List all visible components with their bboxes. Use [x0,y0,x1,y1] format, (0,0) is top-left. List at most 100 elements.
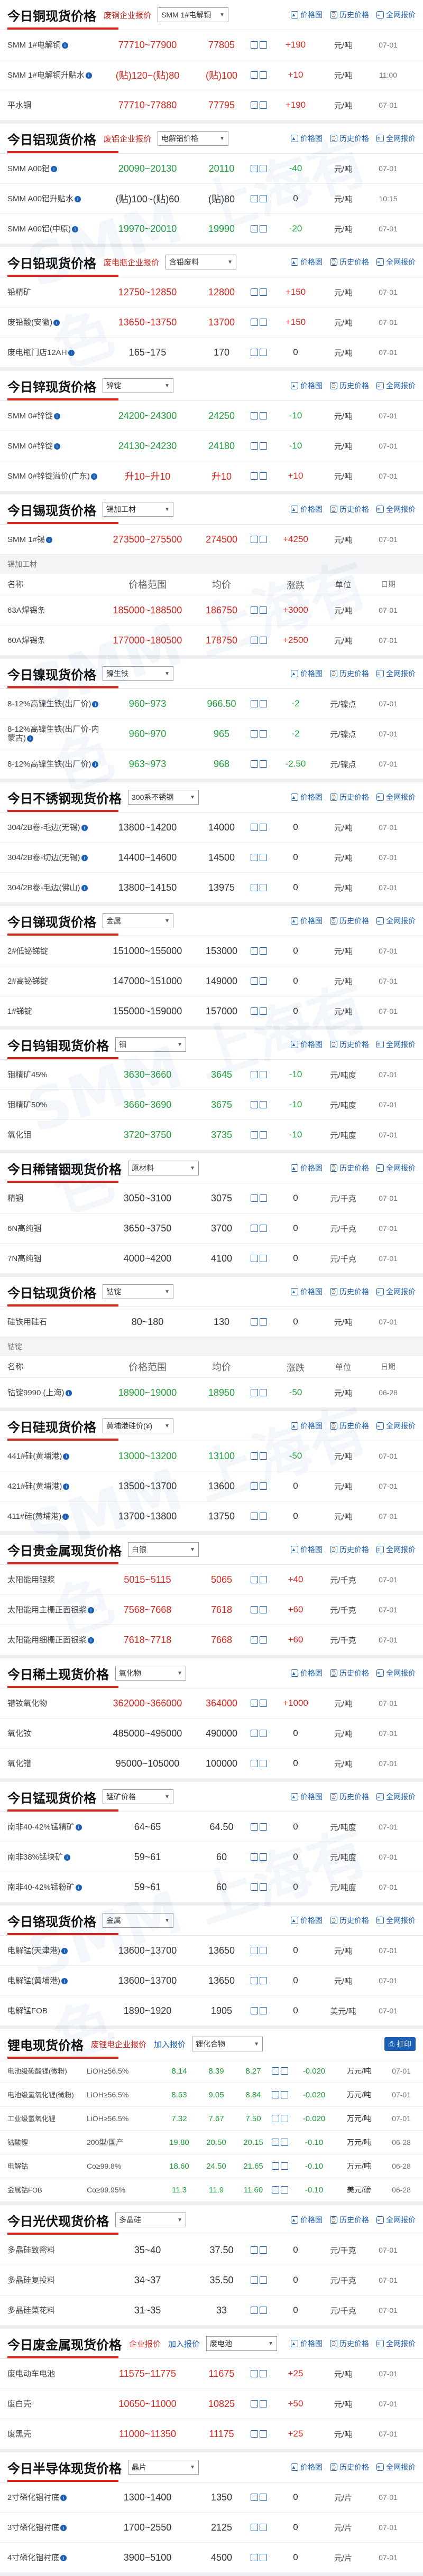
item-name[interactable]: 6N高纯铟 [0,1224,103,1233]
item-name[interactable]: 8-12%高镍生铁(出厂价-内蒙古) i [0,725,103,743]
enterprise-quote-link[interactable]: 废锂电企业报价 [91,2039,146,2050]
all-quotes-link[interactable]: ≡ 全网报价 [376,668,416,679]
chart-icon[interactable] [251,319,258,326]
chart-icon[interactable] [251,637,258,644]
item-name[interactable]: 南非40-42%锰精矿 i [0,1823,103,1832]
mail-icon[interactable] [260,1606,267,1613]
category-select[interactable]: 镍生铁 ▼ [103,666,173,681]
item-name[interactable]: 441#硅(黄埔港) i [0,1452,103,1461]
mail-icon[interactable] [260,472,267,480]
chart-icon[interactable] [251,225,258,232]
history-link[interactable]: ⌚ 历史价格 [330,916,369,926]
category-select[interactable]: 废电池 ▼ [206,2336,278,2351]
chart-icon[interactable] [251,472,258,480]
item-name[interactable]: 63A焊锡条 [0,606,103,615]
item-name[interactable]: 废白壳 [0,2400,103,2409]
info-icon[interactable]: i [92,761,99,768]
item-name[interactable]: SMM A00铝(中原) i [0,225,103,234]
chart-icon[interactable] [272,2186,279,2194]
price-chart-link[interactable]: ▲ 价格图 [291,1668,323,1678]
mail-icon[interactable] [281,2115,288,2122]
mail-icon[interactable] [260,1853,267,1861]
category-select[interactable]: SMM 1#电解铜 ▼ [158,7,229,22]
item-name[interactable]: 硅铁用硅石 [0,1318,103,1327]
item-name[interactable]: 废黑壳 [0,2430,103,2439]
mail-icon[interactable] [260,2400,267,2407]
mail-icon[interactable] [281,2067,288,2075]
chart-icon[interactable] [251,1947,258,1954]
chart-icon[interactable] [251,1452,258,1460]
history-link[interactable]: ⌚ 历史价格 [330,2462,369,2472]
chart-icon[interactable] [251,854,258,861]
item-name[interactable]: 421#硅(黄埔港) i [0,1482,103,1491]
info-icon[interactable]: i [53,443,60,450]
chart-icon[interactable] [251,41,258,49]
item-name[interactable]: 太阳能用主栅正面银浆 i [0,1606,103,1614]
item-name[interactable]: 钼精矿50% [0,1100,103,1109]
item-name[interactable]: 太阳能用细栅正面银浆 i [0,1636,103,1645]
mail-icon[interactable] [260,1389,267,1396]
item-name[interactable]: 废铅酸(安徽) i [0,318,103,327]
chart-icon[interactable] [251,71,258,79]
chart-icon[interactable] [251,349,258,356]
mail-icon[interactable] [260,1760,267,1767]
history-link[interactable]: ⌚ 历史价格 [330,133,369,144]
item-name[interactable]: 4寸磷化铟衬底 i [0,2553,103,2562]
price-chart-link[interactable]: ▲ 价格图 [291,1915,323,1926]
add-quote-link[interactable]: 加入报价 [154,2039,186,2050]
info-icon[interactable]: i [61,42,68,49]
mail-icon[interactable] [260,1636,267,1644]
chart-icon[interactable] [251,1700,258,1707]
item-name[interactable]: 电池级氢氧化锂(微粉) [0,2090,87,2099]
all-quotes-link[interactable]: ≡ 全网报价 [376,1421,416,1431]
item-name[interactable]: 304/2B卷-毛边(无锡) i [0,823,103,832]
all-quotes-link[interactable]: ≡ 全网报价 [376,257,416,267]
chart-icon[interactable] [251,700,258,707]
chart-icon[interactable] [251,947,258,955]
history-link[interactable]: ⌚ 历史价格 [330,1791,369,1802]
all-quotes-link[interactable]: ≡ 全网报价 [376,380,416,391]
mail-icon[interactable] [260,1977,267,1984]
chart-icon[interactable] [251,1007,258,1015]
item-name[interactable]: 钴酸锂 [0,2138,87,2147]
item-name[interactable]: 3寸磷化铟衬底 i [0,2523,103,2532]
price-chart-link[interactable]: ▲ 价格图 [291,1163,323,1173]
item-name[interactable]: 电池级碳酸锂(微粉) [0,2067,87,2076]
item-name[interactable]: SMM A00铝 i [0,164,103,173]
item-name[interactable]: 镨钕氧化物 [0,1699,103,1708]
item-name[interactable]: 氧化钕 [0,1729,103,1738]
all-quotes-link[interactable]: ≡ 全网报价 [376,2338,416,2349]
mail-icon[interactable] [281,2186,288,2194]
item-name[interactable]: 平水铜 [0,101,103,110]
mail-icon[interactable] [260,442,267,450]
info-icon[interactable]: i [88,1637,95,1644]
mail-icon[interactable] [260,165,267,172]
item-name[interactable]: 多晶硅复投料 [0,2276,103,2285]
category-select[interactable]: 多晶硅 ▼ [115,2213,186,2227]
info-icon[interactable]: i [81,854,88,861]
chart-icon[interactable] [251,760,258,768]
mail-icon[interactable] [260,824,267,831]
chart-icon[interactable] [251,606,258,614]
item-name[interactable]: SMM 1#电解铜 i [0,41,103,50]
mail-icon[interactable] [260,41,267,49]
chart-icon[interactable] [251,1101,258,1108]
mail-icon[interactable] [281,2162,288,2170]
item-name[interactable]: 多晶硅致密料 [0,2246,103,2255]
mail-icon[interactable] [260,760,267,768]
category-select[interactable]: 锰矿价格 ▼ [103,1789,173,1804]
item-name[interactable]: 多晶硅菜花料 [0,2306,103,2315]
item-name[interactable]: 钼精矿45% [0,1070,103,1079]
price-chart-link[interactable]: ▲ 价格图 [291,1544,323,1555]
item-name[interactable]: SMM 1#锡 i [0,535,103,544]
enterprise-quote-link[interactable]: 废铝企业报价 [104,133,151,144]
category-select[interactable]: 金属 ▼ [103,913,173,928]
info-icon[interactable]: i [90,473,97,480]
mail-icon[interactable] [281,2139,288,2146]
mail-icon[interactable] [260,71,267,79]
mail-icon[interactable] [260,2246,267,2254]
chart-icon[interactable] [251,1225,258,1232]
mail-icon[interactable] [260,2307,267,2314]
mail-icon[interactable] [260,2007,267,2014]
info-icon[interactable]: i [53,319,60,326]
